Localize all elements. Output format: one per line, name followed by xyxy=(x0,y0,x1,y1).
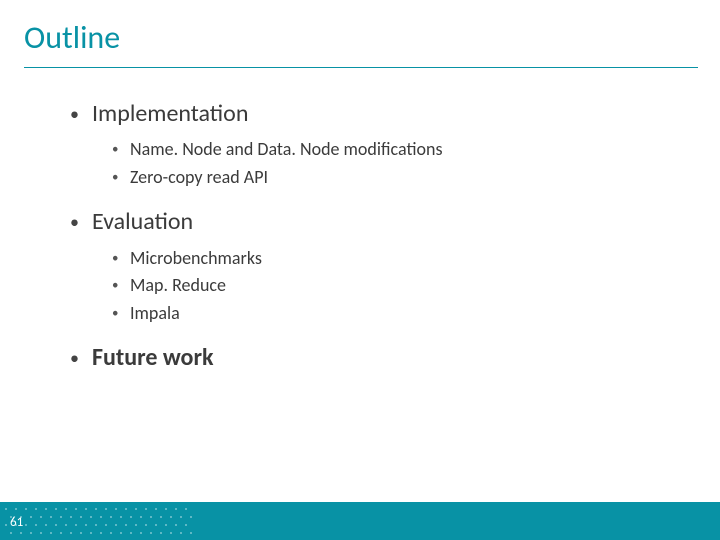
list-item: Future work xyxy=(70,342,680,374)
sub-list-item: Zero-copy read API xyxy=(112,164,680,192)
list-item-label: Implementation xyxy=(92,99,248,128)
slide-content: Implementation Name. Node and Data. Node… xyxy=(0,68,720,375)
sub-list-item: Microbenchmarks xyxy=(112,245,680,273)
sub-list: Microbenchmarks Map. Reduce Impala xyxy=(112,245,680,329)
outline-list: Implementation Name. Node and Data. Node… xyxy=(70,98,680,375)
sub-list-item: Name. Node and Data. Node modifications xyxy=(112,136,680,164)
sub-list: Name. Node and Data. Node modifications … xyxy=(112,136,680,192)
footer-bar: 61 xyxy=(0,502,720,540)
footer-pattern-icon xyxy=(0,502,210,540)
list-item-label: Future work xyxy=(92,343,214,372)
sub-list-item: Map. Reduce xyxy=(112,272,680,300)
page-number: 61 xyxy=(10,515,23,530)
sub-list-item: Impala xyxy=(112,300,680,328)
list-item-label: Evaluation xyxy=(92,207,193,236)
list-item: Evaluation Microbenchmarks Map. Reduce I… xyxy=(70,206,680,328)
list-item: Implementation Name. Node and Data. Node… xyxy=(70,98,680,192)
slide-title: Outline xyxy=(0,0,720,67)
